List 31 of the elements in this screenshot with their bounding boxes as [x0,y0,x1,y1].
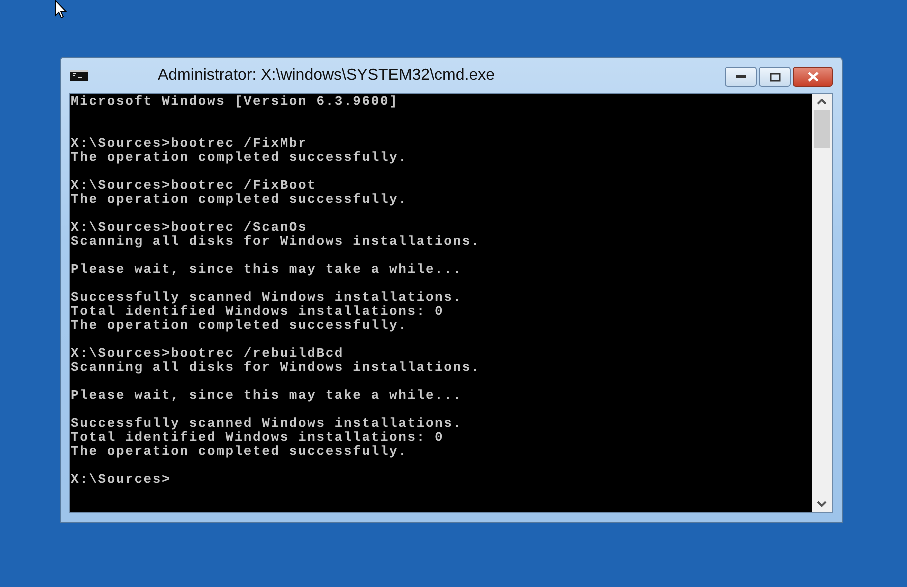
scrollbar-thumb[interactable] [814,110,830,148]
console-line: Please wait, since this may take a while... [71,389,462,403]
console-line: X:\Sources>bootrec /FixBoot [71,179,317,193]
console-line: Please wait, since this may take a while... [71,263,462,277]
console-line: Microsoft Windows [Version 6.3.9600] [71,95,399,109]
console-icon [70,70,88,81]
mouse-pointer-icon [55,0,67,19]
vertical-scrollbar[interactable] [812,94,832,512]
console-line: Scanning all disks for Windows installations. [71,361,481,375]
console-line: Successfully scanned Windows installations. [71,417,462,431]
console-line: X:\Sources>bootrec /FixMbr [71,137,308,151]
window-title: Administrator: X:\windows\SYSTEM32\cmd.exe [156,66,496,84]
scroll-down-icon[interactable] [817,501,827,507]
console-line: The operation completed successfully. [71,193,408,207]
maximize-button[interactable] [759,67,791,87]
console-line: The operation completed successfully. [71,151,408,165]
console-line: Total identified Windows installations: 0 [71,305,444,319]
console-line: Total identified Windows installations: 0 [71,431,444,445]
console-line: Scanning all disks for Windows installations. [71,235,481,249]
scroll-up-icon[interactable] [817,99,827,105]
console-line: The operation completed successfully. [71,319,408,333]
maximize-icon [770,72,780,82]
close-icon [808,72,818,82]
console-line: X:\Sources>bootrec /ScanOs [71,221,308,235]
close-button[interactable] [793,67,833,87]
minimize-button[interactable] [725,67,757,87]
console-line: Successfully scanned Windows installations. [71,291,462,305]
minimize-icon [736,75,746,79]
console-line: X:\Sources> [71,473,172,487]
console-line: The operation completed successfully. [71,445,408,459]
console-line: X:\Sources>bootrec /rebuildBcd [71,347,344,361]
